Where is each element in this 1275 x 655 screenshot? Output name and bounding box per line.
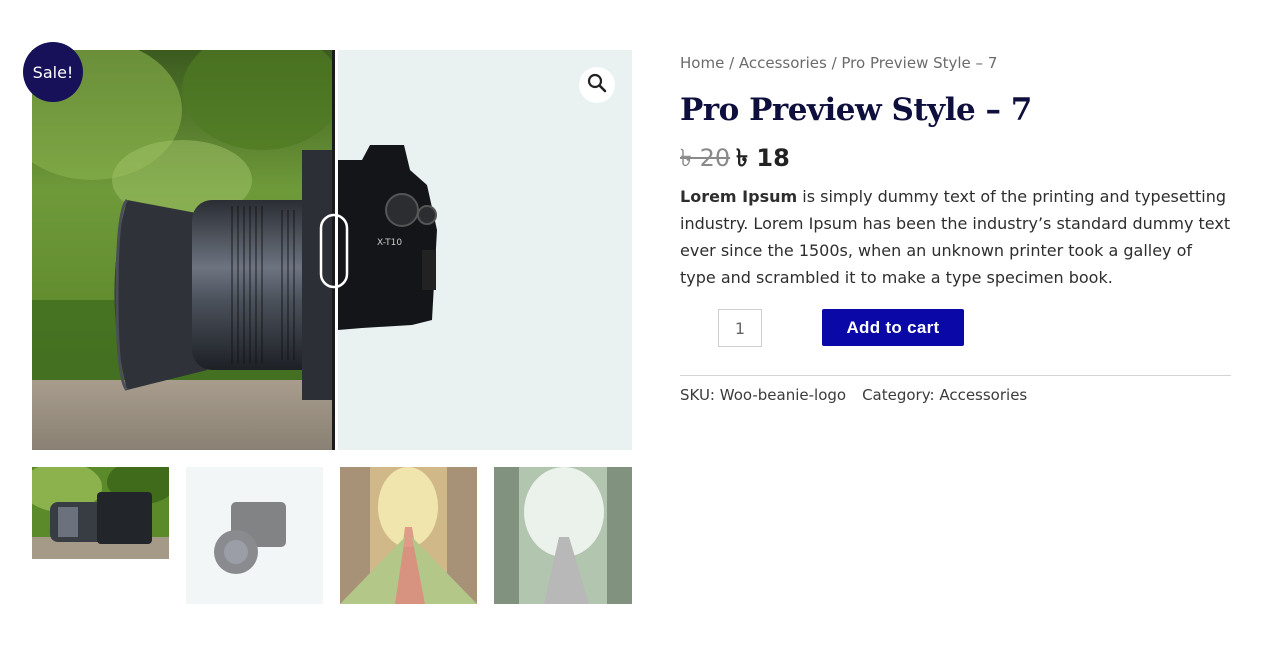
thumbnail-1[interactable] <box>32 467 169 559</box>
zoom-button[interactable] <box>579 67 615 103</box>
sku-label: SKU: <box>680 386 720 404</box>
product-summary: Home / Accessories / Pro Preview Style –… <box>680 50 1231 404</box>
category-link[interactable]: Accessories <box>939 386 1027 404</box>
product-price: ৳ 20 ৳ 18 <box>680 143 1231 173</box>
category: Category: Accessories <box>862 386 1027 404</box>
breadcrumb-category-link[interactable]: Accessories <box>739 54 827 72</box>
breadcrumb-home-link[interactable]: Home <box>680 54 724 72</box>
thumbnail-2[interactable] <box>186 467 323 604</box>
sku-value: Woo-beanie-logo <box>719 386 847 404</box>
product-description: Lorem Ipsum is simply dummy text of the … <box>680 183 1231 291</box>
svg-text:X-T10: X-T10 <box>377 238 402 248</box>
breadcrumb: Home / Accessories / Pro Preview Style –… <box>680 50 1231 76</box>
description-bold: Lorem Ipsum <box>680 187 798 206</box>
add-to-cart-button[interactable]: Add to cart <box>822 309 964 346</box>
product-meta: SKU: Woo-beanie-logo Category: Accessorie… <box>680 386 1231 404</box>
add-to-cart-form: 1 Add to cart <box>680 309 1231 347</box>
breadcrumb-separator: / <box>724 54 739 72</box>
breadcrumb-current: Pro Preview Style – 7 <box>841 54 998 72</box>
quantity-input[interactable]: 1 <box>718 309 762 347</box>
sale-badge: Sale! <box>23 42 83 102</box>
product-title: Pro Preview Style – 7 <box>680 92 1032 128</box>
sale-price: ৳ 18 <box>736 144 790 172</box>
category-label: Category: <box>862 386 940 404</box>
old-price: ৳ 20 <box>680 144 731 172</box>
breadcrumb-separator: / <box>826 54 842 72</box>
thumbnail-4[interactable] <box>494 467 632 604</box>
magnifier-icon <box>587 73 607 97</box>
main-product-image[interactable]: X-T10 <box>32 50 632 450</box>
sku: SKU: Woo-beanie-logo <box>680 386 846 404</box>
thumbnail-3[interactable] <box>340 467 477 604</box>
thumbnail-strip <box>32 467 632 605</box>
divider <box>680 375 1231 376</box>
